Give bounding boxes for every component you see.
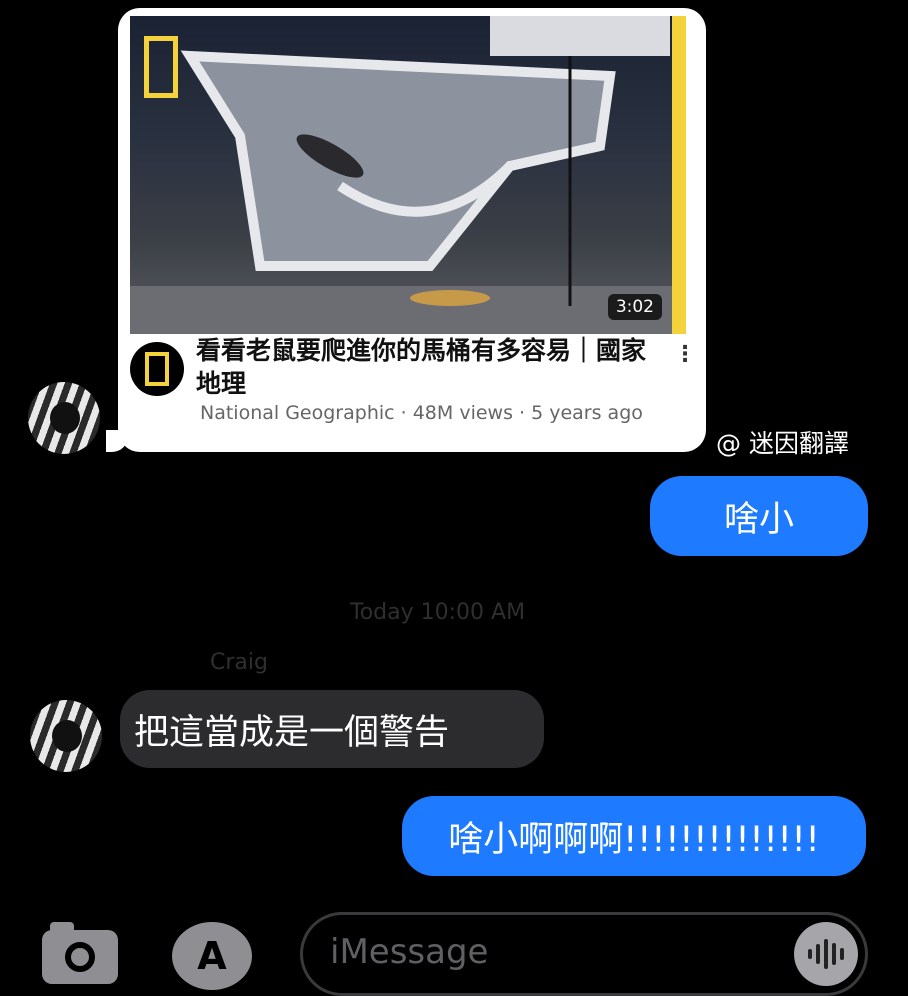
- video-meta: National Geographic · 48M views · 5 year…: [200, 402, 643, 424]
- nat-geo-logo-icon: [145, 352, 169, 386]
- bubble-tail: [106, 430, 128, 452]
- message-timestamp: Today 10:00 AM: [350, 600, 526, 625]
- received-message-bubble[interactable]: 把這當成是一個警告: [120, 690, 544, 768]
- watermark: @ 迷因翻譯: [716, 429, 849, 458]
- contact-avatar[interactable]: [30, 700, 102, 772]
- toilet-illustration: [130, 16, 686, 334]
- camera-lens: [65, 942, 95, 972]
- sender-name: Craig: [210, 650, 268, 675]
- video-thumbnail[interactable]: 3:02: [130, 16, 686, 334]
- waveform-bars: [808, 939, 844, 969]
- app-store-icon[interactable]: A: [172, 922, 252, 990]
- camera-icon[interactable]: [42, 922, 118, 984]
- audio-waveform-icon[interactable]: [794, 922, 858, 986]
- contact-avatar[interactable]: [28, 382, 100, 454]
- video-duration: 3:02: [607, 294, 662, 320]
- sent-message-bubble[interactable]: 啥小啊啊啊!!!!!!!!!!!!!!: [402, 796, 866, 876]
- youtube-link-preview[interactable]: 3:02 看看老鼠要爬進你的馬桶有多容易｜國家地理 ⋮ National Geo…: [118, 8, 706, 452]
- sent-message-bubble[interactable]: 啥小: [650, 476, 868, 556]
- channel-avatar[interactable]: [130, 342, 184, 396]
- imessage-placeholder: iMessage: [330, 932, 489, 972]
- video-title[interactable]: 看看老鼠要爬進你的馬桶有多容易｜國家地理: [196, 334, 666, 400]
- nat-geo-border: [672, 16, 686, 334]
- camera-bump: [50, 922, 74, 932]
- nat-geo-logo-mark: [144, 36, 178, 98]
- more-options-icon[interactable]: ⋮: [674, 342, 696, 367]
